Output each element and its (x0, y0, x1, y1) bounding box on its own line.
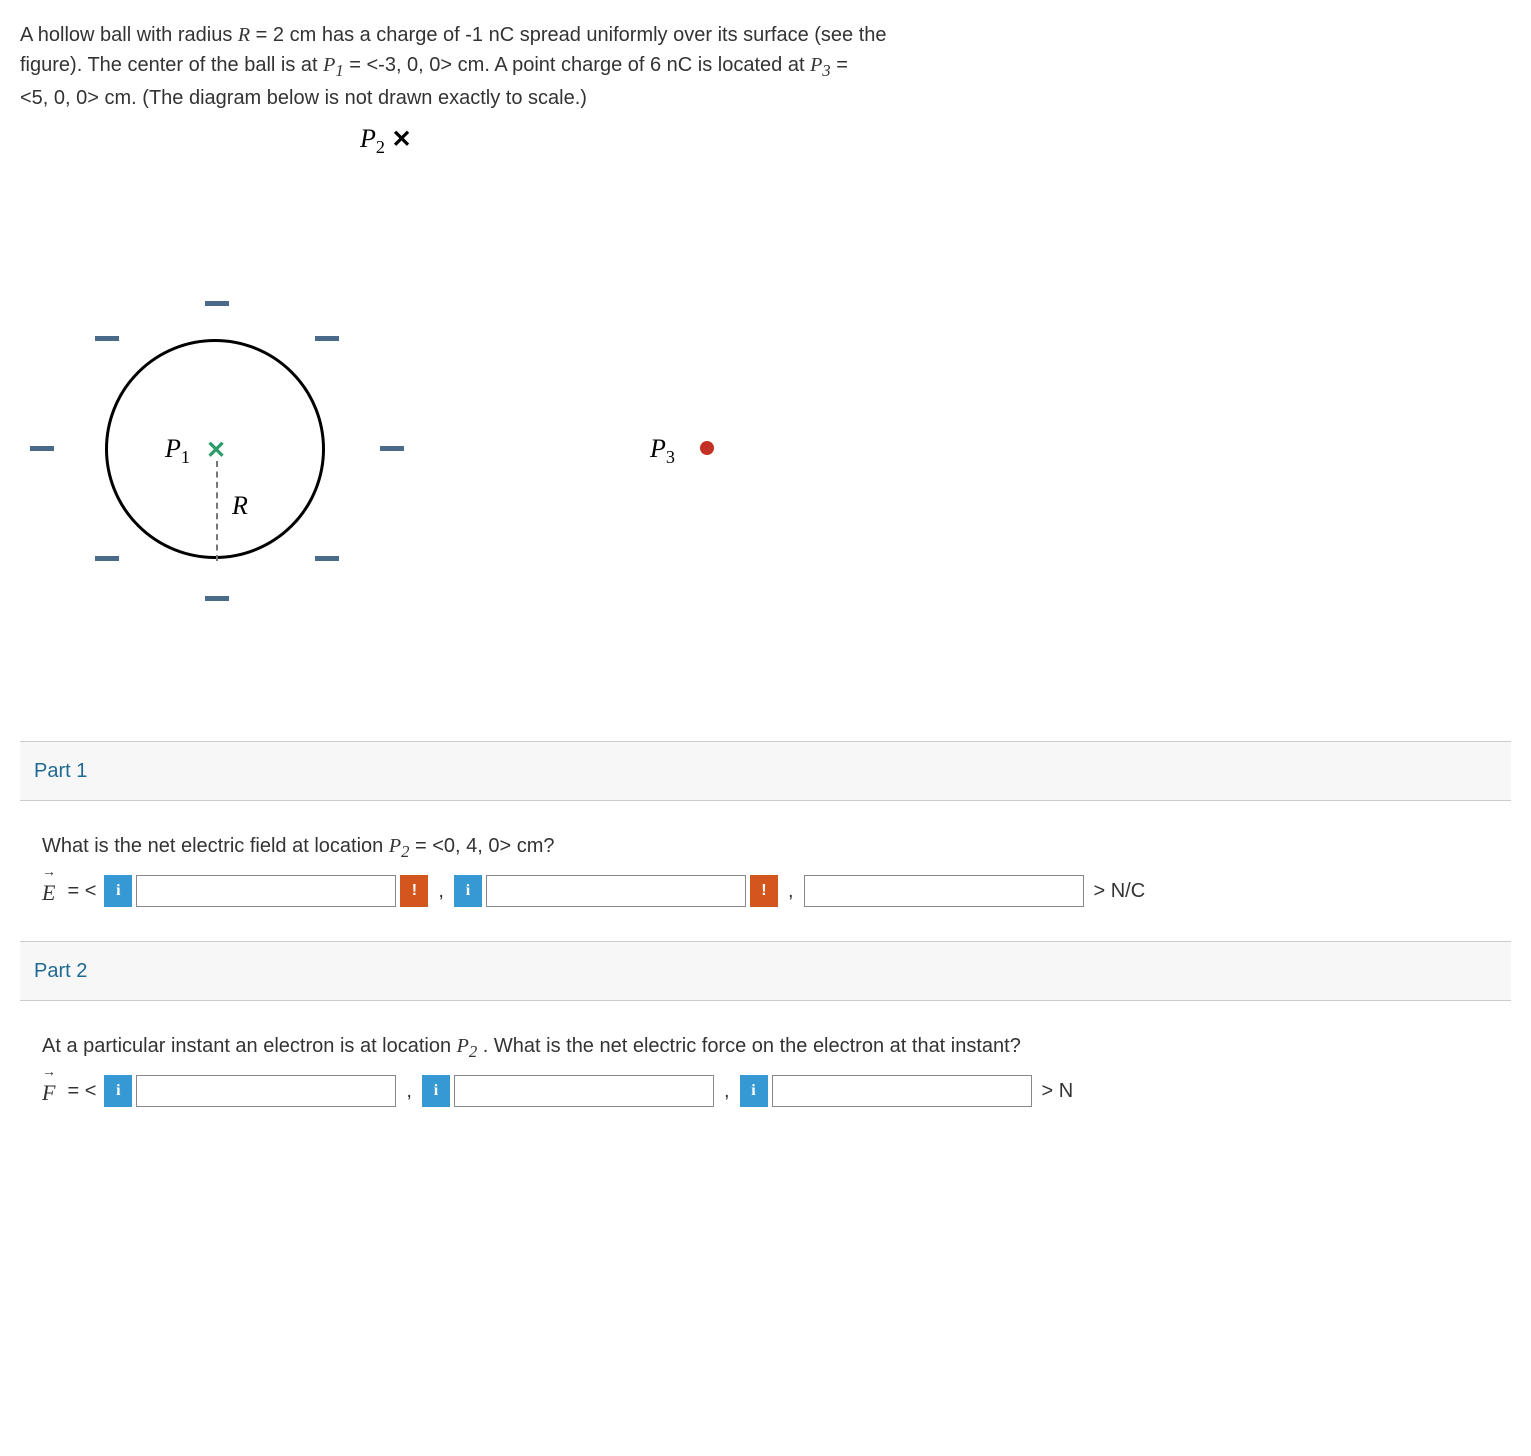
info-icon[interactable]: i (422, 1075, 450, 1107)
text: <-3, 0, 0> cm. A point charge of 6 nC is… (366, 54, 810, 76)
e-y-input[interactable] (486, 875, 746, 907)
dash (315, 336, 339, 341)
e-z-input[interactable] (804, 875, 1084, 907)
f-y-input[interactable] (454, 1075, 714, 1107)
dash (380, 446, 404, 451)
diagram: P1 ✕ R P3 (20, 301, 920, 701)
text: <5, 0, 0> cm. (The diagram below is not … (20, 87, 587, 109)
dash (95, 336, 119, 341)
text: A hollow ball with radius (20, 24, 238, 46)
var-R: R (238, 24, 250, 46)
info-icon[interactable]: i (104, 875, 132, 907)
text: = (349, 54, 366, 76)
text: = (836, 54, 848, 76)
part-2-question: At a particular instant an electron is a… (42, 1031, 1489, 1064)
dash (315, 556, 339, 561)
problem-statement: A hollow ball with radius R = 2 cm has a… (20, 20, 1511, 113)
part-1-question: What is the net electric field at locati… (42, 831, 1489, 864)
r-label: R (232, 486, 248, 525)
comma: , (788, 876, 794, 906)
p3-label: P3 (650, 429, 675, 471)
dash (205, 596, 229, 601)
part-1-header: Part 1 (30, 750, 1501, 792)
text: 2 cm has a charge of -1 nC spread unifor… (273, 24, 887, 46)
part-1: Part 1 (20, 741, 1511, 801)
info-icon[interactable]: i (454, 875, 482, 907)
part-2: Part 2 (20, 941, 1511, 1001)
comma: , (406, 1076, 412, 1106)
text: figure). The center of the ball is at (20, 54, 323, 76)
var-P1: P1 (323, 54, 344, 76)
e-x-input[interactable] (136, 875, 396, 907)
comma: , (724, 1076, 730, 1106)
comma: , (438, 876, 444, 906)
var-P3: P3 (810, 54, 831, 76)
radius-line (216, 461, 218, 561)
part-2-body: At a particular instant an electron is a… (20, 1015, 1511, 1127)
warning-icon: ! (400, 875, 428, 907)
dash (30, 446, 54, 451)
p2-label: P2 ✕ (360, 119, 1511, 161)
vector-F: F (42, 1072, 55, 1109)
dash (205, 301, 229, 306)
p1-label: P1 (165, 429, 190, 471)
info-icon[interactable]: i (740, 1075, 768, 1107)
warning-icon: ! (750, 875, 778, 907)
text: = (256, 24, 273, 46)
open-bracket: = < (67, 1076, 96, 1106)
part-2-answer-row: F = < i , i , i > N (42, 1072, 1489, 1109)
part-1-answer-row: E = < i ! , i ! , > N/C (42, 872, 1489, 909)
close-unit: > N (1042, 1076, 1074, 1106)
vector-E: E (42, 872, 55, 909)
point-charge-icon (700, 441, 714, 455)
f-x-input[interactable] (136, 1075, 396, 1107)
part-2-header: Part 2 (30, 950, 1501, 992)
open-bracket: = < (67, 876, 96, 906)
info-icon[interactable]: i (104, 1075, 132, 1107)
close-unit: > N/C (1094, 876, 1146, 906)
part-1-body: What is the net electric field at locati… (20, 815, 1511, 927)
x-mark-icon: ✕ (391, 126, 411, 153)
dash (95, 556, 119, 561)
f-z-input[interactable] (772, 1075, 1032, 1107)
